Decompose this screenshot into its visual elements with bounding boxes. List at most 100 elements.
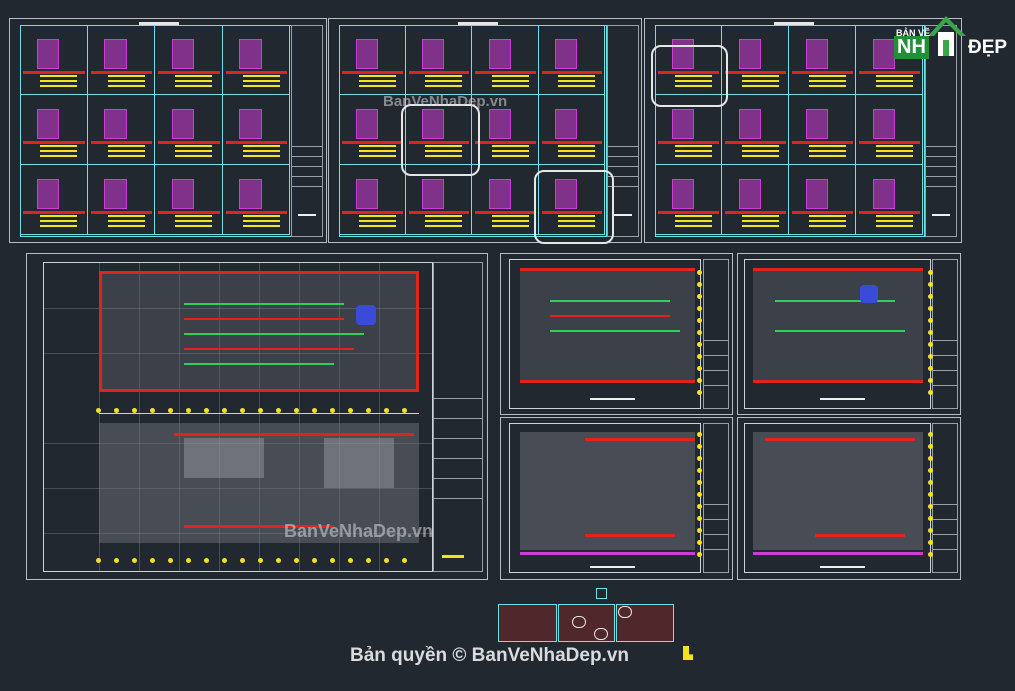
- axis-bubble: [330, 408, 335, 413]
- axis-bubble: [697, 552, 702, 557]
- annotation-line: [675, 145, 712, 148]
- elevation-element: [171, 179, 195, 209]
- axis-bubble: [384, 408, 389, 413]
- axis-bubble: [697, 444, 702, 449]
- annotation-line: [358, 80, 396, 83]
- annotation-line: [491, 75, 529, 78]
- ground-line: [23, 70, 85, 74]
- ground-line: [792, 210, 853, 214]
- axis-bubble: [204, 558, 209, 563]
- title-block: [703, 423, 729, 573]
- annotation-line: [876, 220, 913, 223]
- annotation-line: [358, 85, 396, 88]
- annotation-line: [491, 155, 529, 158]
- annotation-line: [425, 80, 462, 83]
- axis-bubble: [132, 558, 137, 563]
- axis-bubble: [697, 306, 702, 311]
- annotation-line: [242, 145, 280, 148]
- axis-bubble: [240, 558, 245, 563]
- axis-bubble: [96, 408, 101, 413]
- ground-line: [225, 210, 287, 214]
- sheet-frame: [509, 259, 701, 409]
- brand-logo: BẢN VẼ NH ĐẸP: [890, 10, 1008, 70]
- annotation-line: [809, 150, 846, 153]
- annotation-line: [876, 75, 913, 78]
- axis-bubble: [697, 282, 702, 287]
- elevation-element: [422, 179, 445, 209]
- annotation-line: [558, 80, 595, 83]
- axis-bubble: [928, 540, 933, 545]
- annotation-line: [876, 225, 913, 228]
- elevation-element: [488, 39, 511, 69]
- thumbnail-sheets[interactable]: [498, 604, 674, 644]
- cad-drawing-canvas[interactable]: BanVeNhaDep.vn BanVeNhaDep.vn Bản quyền …: [0, 0, 1015, 691]
- annotation-line: [40, 85, 78, 88]
- axis-bubble: [222, 408, 227, 413]
- annotation-line: [107, 75, 145, 78]
- annotation-line: [40, 80, 78, 83]
- axis-bubble: [928, 516, 933, 521]
- axis-bubble: [928, 342, 933, 347]
- axis-bubble: [258, 408, 263, 413]
- axis-bubble: [186, 558, 191, 563]
- annotation-line: [175, 145, 213, 148]
- elevation-element: [872, 179, 895, 209]
- axis-line: [99, 413, 419, 414]
- elevation-element: [239, 109, 262, 139]
- annotation-line: [40, 75, 78, 78]
- annotation-line: [809, 215, 846, 218]
- axis-bubble: [168, 408, 173, 413]
- annotation-line: [40, 220, 78, 223]
- elevation-element: [355, 179, 378, 209]
- ground-line: [158, 140, 220, 144]
- axis-bubble: [928, 294, 933, 299]
- sheet-frame: [744, 259, 931, 409]
- axis-bubble: [697, 516, 702, 521]
- annotation-line: [175, 155, 213, 158]
- ground-line: [158, 210, 220, 214]
- annotation-line: [358, 75, 396, 78]
- annotation-line: [242, 75, 280, 78]
- elevation-element: [36, 39, 60, 69]
- axis-bubble: [132, 408, 137, 413]
- axis-bubble: [928, 492, 933, 497]
- axis-bubble: [928, 528, 933, 533]
- ground-line: [90, 210, 152, 214]
- annotation-line: [742, 225, 779, 228]
- axis-bubble: [697, 366, 702, 371]
- watermark-middle: BanVeNhaDep.vn: [284, 521, 434, 541]
- axis-bubble: [928, 444, 933, 449]
- ground-line: [23, 210, 85, 214]
- axis-bubble: [928, 354, 933, 359]
- annotation-line: [876, 150, 913, 153]
- title-block: [291, 25, 323, 237]
- annotation-line: [742, 80, 779, 83]
- axis-bubble: [697, 342, 702, 347]
- annotation-line: [107, 80, 145, 83]
- annotation-line: [425, 220, 462, 223]
- axis-bubble: [258, 558, 263, 563]
- axis-bubble: [204, 408, 209, 413]
- annotation-line: [491, 150, 529, 153]
- elevation-element: [355, 39, 378, 69]
- axis-bubble: [928, 306, 933, 311]
- elevation-element: [104, 179, 127, 209]
- annotation-line: [809, 85, 846, 88]
- annotation-line: [107, 150, 145, 153]
- axis-bubble: [697, 504, 702, 509]
- ground-line: [725, 70, 786, 74]
- annotation-line: [107, 85, 145, 88]
- axis-bubble: [348, 558, 353, 563]
- axis-bubble: [697, 390, 702, 395]
- elevation-element: [104, 39, 127, 69]
- upper-floor-plan: [99, 271, 419, 391]
- axis-bubble: [402, 408, 407, 413]
- annotation-line: [742, 215, 779, 218]
- axis-bubble: [928, 378, 933, 383]
- title-block: [703, 259, 729, 409]
- revision-cloud: [401, 104, 480, 176]
- annotation-line: [809, 145, 846, 148]
- axis-bubble: [928, 456, 933, 461]
- axis-bubble: [366, 408, 371, 413]
- annotation-line: [40, 145, 78, 148]
